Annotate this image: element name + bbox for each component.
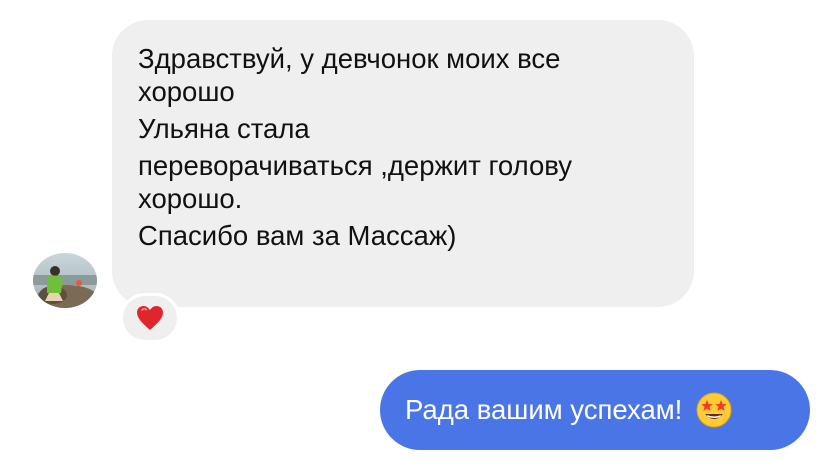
contact-avatar[interactable] (33, 253, 97, 308)
message-line: переворачиваться ,держит голову (138, 150, 573, 181)
message-line: хорошо. (138, 183, 243, 214)
outgoing-message-text: Рада вашим успехам! (405, 394, 683, 425)
message-line: хорошо (138, 76, 235, 107)
message-line: Спасибо вам за Массаж) (138, 220, 457, 251)
message-line: Ульяна стала (138, 113, 310, 144)
message-line: Здравствуй, у девчонок моих все (138, 43, 561, 74)
chat-thread: Здравствуй, у девчонок моих все хорошо У… (0, 0, 828, 459)
avatar-photo-icon (33, 253, 97, 308)
message-reaction[interactable] (120, 293, 180, 343)
star-struck-emoji-icon (696, 392, 732, 428)
red-heart-icon (137, 306, 163, 330)
incoming-message-bubble[interactable]: Здравствуй, у девчонок моих все хорошо У… (112, 20, 694, 307)
outgoing-message-bubble[interactable]: Рада вашим успехам! (380, 370, 810, 450)
